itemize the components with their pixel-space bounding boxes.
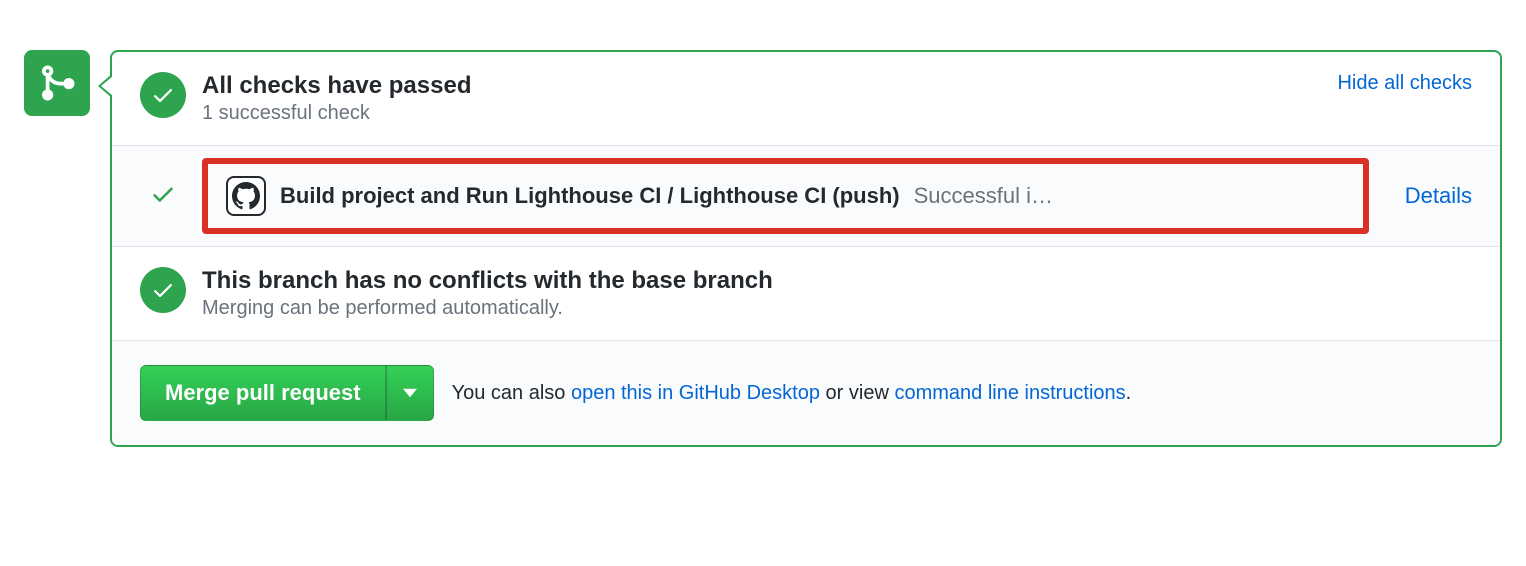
checks-summary-content: All checks have passed 1 successful chec… xyxy=(202,72,1321,125)
check-item-highlighted[interactable]: Build project and Run Lighthouse CI / Li… xyxy=(202,158,1369,234)
checks-subtitle: 1 successful check xyxy=(202,102,1321,125)
footer-suffix: . xyxy=(1126,382,1132,404)
merge-footer-text: You can also open this in GitHub Desktop… xyxy=(452,382,1132,405)
footer-middle: or view xyxy=(820,382,894,404)
command-line-link[interactable]: command line instructions xyxy=(894,382,1125,404)
footer-prefix: You can also xyxy=(452,382,571,404)
caret-down-icon xyxy=(403,388,417,398)
success-check-icon xyxy=(140,72,186,118)
conflicts-section: This branch has no conflicts with the ba… xyxy=(112,247,1500,341)
merge-card: All checks have passed 1 successful chec… xyxy=(110,50,1502,447)
checks-summary-section: All checks have passed 1 successful chec… xyxy=(112,52,1500,146)
github-actions-icon xyxy=(226,176,266,216)
toggle-checks-link[interactable]: Hide all checks xyxy=(1337,72,1472,95)
merge-options-dropdown[interactable] xyxy=(386,365,434,421)
merge-status-container: All checks have passed 1 successful chec… xyxy=(24,50,1502,447)
check-item-row: Build project and Run Lighthouse CI / Li… xyxy=(112,146,1500,247)
check-details-link[interactable]: Details xyxy=(1405,183,1472,209)
check-item-status: Successful i… xyxy=(914,183,1345,209)
conflicts-content: This branch has no conflicts with the ba… xyxy=(202,267,1472,320)
conflicts-title: This branch has no conflicts with the ba… xyxy=(202,267,1472,295)
conflicts-subtitle: Merging can be performed automatically. xyxy=(202,297,1472,320)
check-item-name: Build project and Run Lighthouse CI / Li… xyxy=(280,183,900,209)
merge-pull-request-button[interactable]: Merge pull request xyxy=(140,365,386,421)
github-desktop-link[interactable]: open this in GitHub Desktop xyxy=(571,382,820,404)
git-merge-icon xyxy=(24,50,90,116)
checks-title: All checks have passed xyxy=(202,72,1321,100)
check-success-icon xyxy=(150,181,176,212)
success-check-icon xyxy=(140,267,186,313)
merge-footer: Merge pull request You can also open thi… xyxy=(112,341,1500,445)
merge-button-group: Merge pull request xyxy=(140,365,434,421)
